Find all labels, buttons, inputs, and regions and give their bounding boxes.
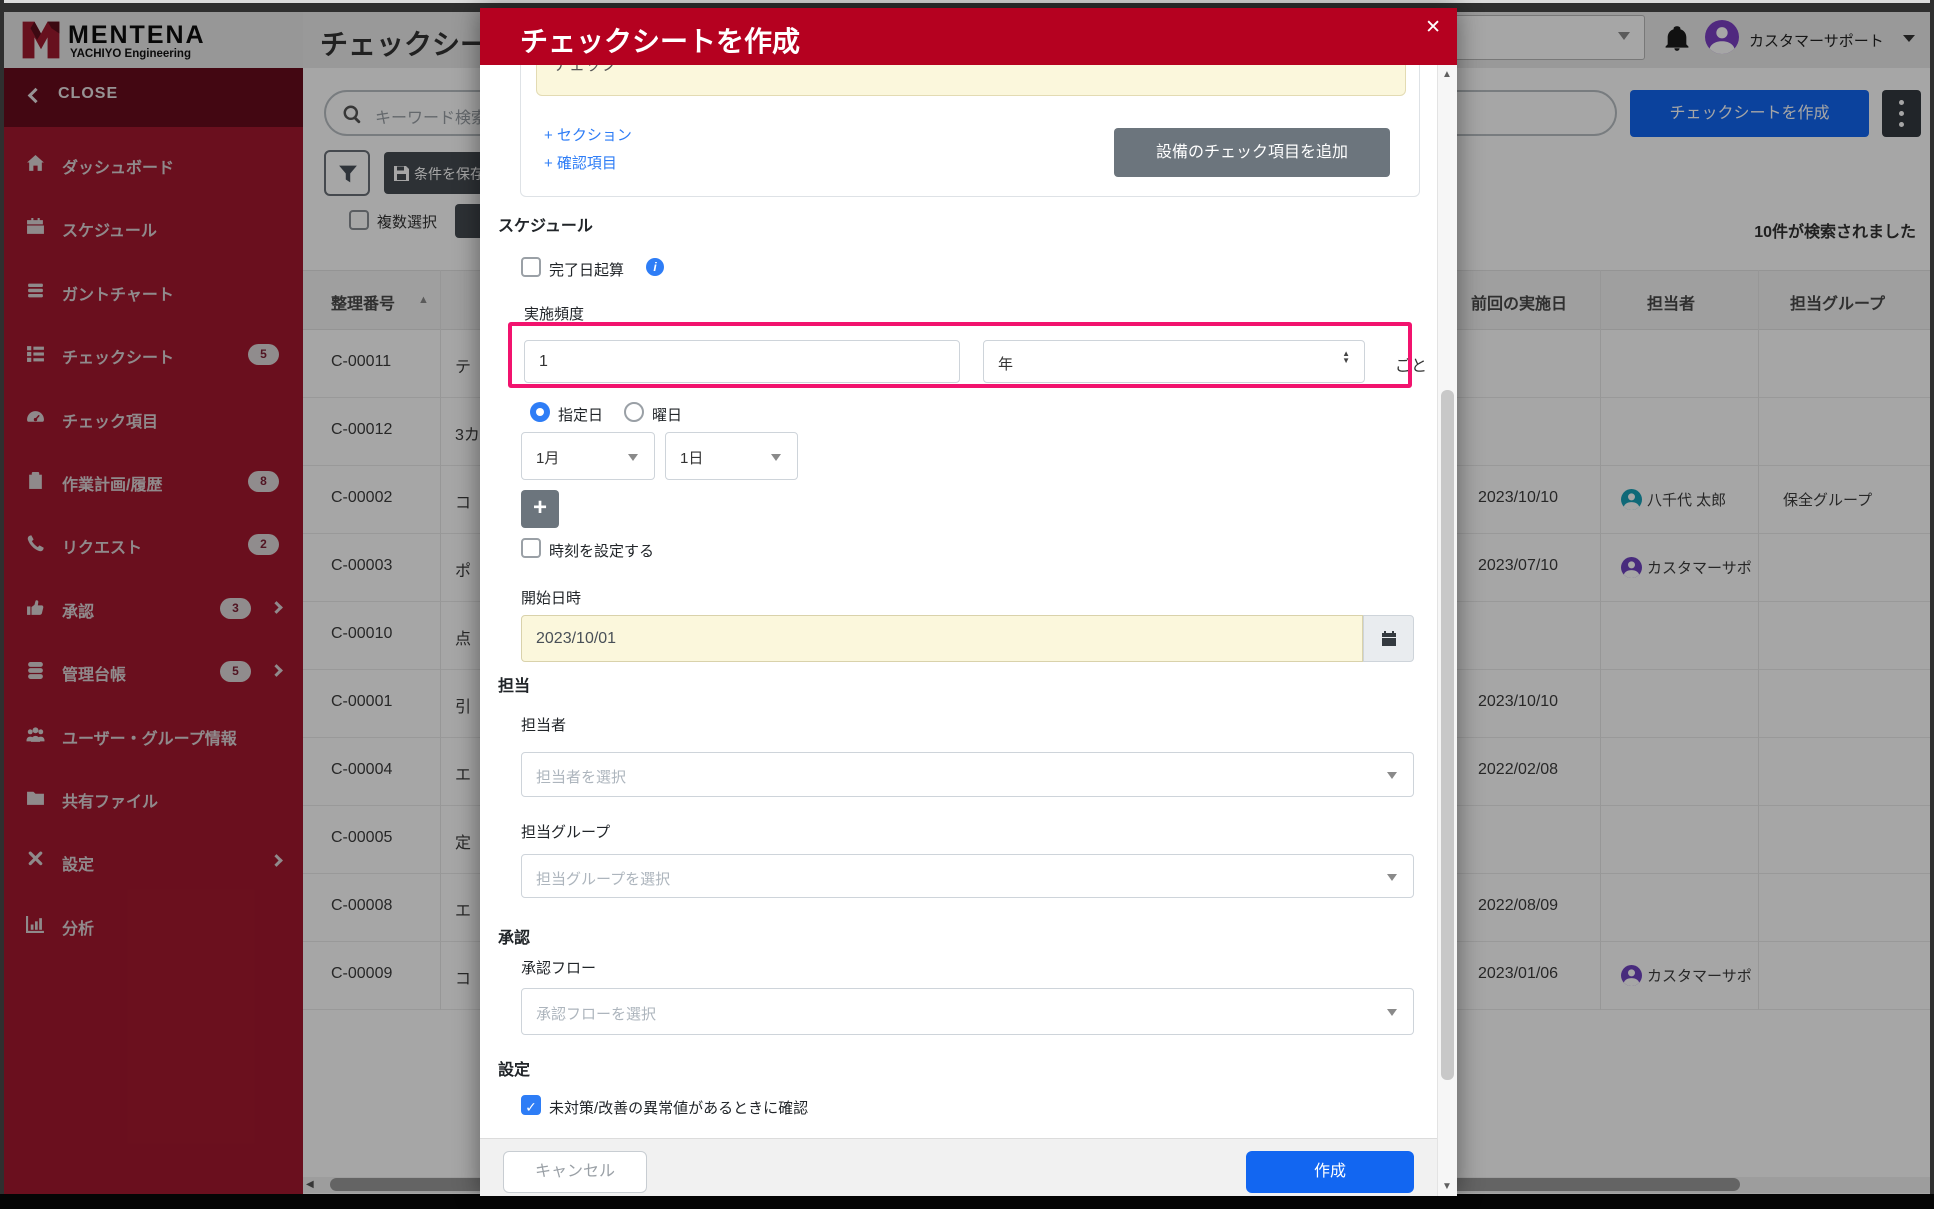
add-equipment-items-button[interactable]: 設備のチェック項目を追加 [1114, 128, 1390, 177]
completion-basis-checkbox[interactable] [521, 257, 541, 277]
month-value: 1月 [536, 450, 560, 467]
set-time-checkbox[interactable] [521, 538, 541, 558]
add-date-button[interactable]: + [521, 490, 559, 528]
chevron-down-icon [628, 454, 638, 461]
start-date-input[interactable]: 2023/10/01 [521, 615, 1363, 662]
day-value: 1日 [680, 450, 704, 467]
settings-heading: 設定 [498, 1062, 531, 1079]
modal-scrollbar-thumb[interactable] [1441, 390, 1454, 1080]
specified-date-radio[interactable] [530, 402, 550, 422]
weekday-label: 曜日 [652, 407, 683, 424]
calendar-icon [1382, 631, 1396, 646]
cancel-button[interactable]: キャンセル [503, 1151, 647, 1193]
create-button[interactable]: 作成 [1246, 1151, 1414, 1193]
info-icon[interactable]: i [646, 258, 664, 276]
chevron-down-icon [1387, 874, 1397, 881]
scroll-up-icon: ▲ [1442, 69, 1452, 80]
frequency-highlight-box [508, 322, 1412, 388]
set-time-label: 時刻を設定する [549, 543, 655, 560]
close-icon[interactable]: ✕ [1425, 16, 1441, 39]
confirm-anomaly-checkbox[interactable]: ✓ [521, 1095, 541, 1115]
window-frame-right [1930, 0, 1934, 1209]
month-select[interactable]: 1月 [521, 432, 655, 480]
approval-flow-select[interactable]: 承認フローを選択 [521, 988, 1414, 1035]
chevron-down-icon [771, 454, 781, 461]
assignee-placeholder: 担当者を選択 [536, 769, 627, 786]
assign-heading: 担当 [498, 678, 531, 695]
approval-heading: 承認 [498, 930, 531, 947]
add-item-link[interactable]: + 確認項目 [544, 152, 617, 173]
approval-flow-placeholder: 承認フローを選択 [536, 1006, 657, 1023]
calendar-button[interactable] [1363, 615, 1414, 662]
specified-date-label: 指定日 [558, 407, 604, 424]
assign-group-placeholder: 担当グループを選択 [536, 871, 671, 888]
scroll-down-icon: ▼ [1442, 1181, 1452, 1192]
modal-header: チェックシートを作成 ✕ [480, 8, 1457, 65]
schedule-heading: スケジュール [498, 218, 593, 235]
create-checksheet-modal: チェック + セクション + 確認項目 設備のチェック項目を追加 スケジュール … [480, 8, 1457, 1196]
frequency-label: 実施頻度 [524, 306, 585, 323]
assign-group-select[interactable]: 担当グループを選択 [521, 854, 1414, 898]
assign-group-label: 担当グループ [521, 824, 611, 841]
assignee-select[interactable]: 担当者を選択 [521, 752, 1414, 797]
modal-scrollbar[interactable]: ▲ ▼ [1437, 65, 1457, 1196]
modal-footer: キャンセル 作成 [480, 1138, 1437, 1196]
assignee-label: 担当者 [521, 717, 567, 734]
add-section-link[interactable]: + セクション [544, 124, 632, 145]
completion-basis-label: 完了日起算 [549, 262, 625, 279]
modal-title: チェックシートを作成 [520, 26, 801, 57]
chevron-down-icon [1387, 1009, 1397, 1016]
chevron-down-icon [1387, 772, 1397, 779]
window-frame-bottom [0, 1194, 1934, 1209]
confirm-anomaly-label: 未対策/改善の異常値があるときに確認 [549, 1100, 809, 1117]
day-select[interactable]: 1日 [665, 432, 798, 480]
start-datetime-label: 開始日時 [521, 590, 582, 607]
weekday-radio[interactable] [624, 402, 644, 422]
approval-flow-label: 承認フロー [521, 960, 597, 977]
